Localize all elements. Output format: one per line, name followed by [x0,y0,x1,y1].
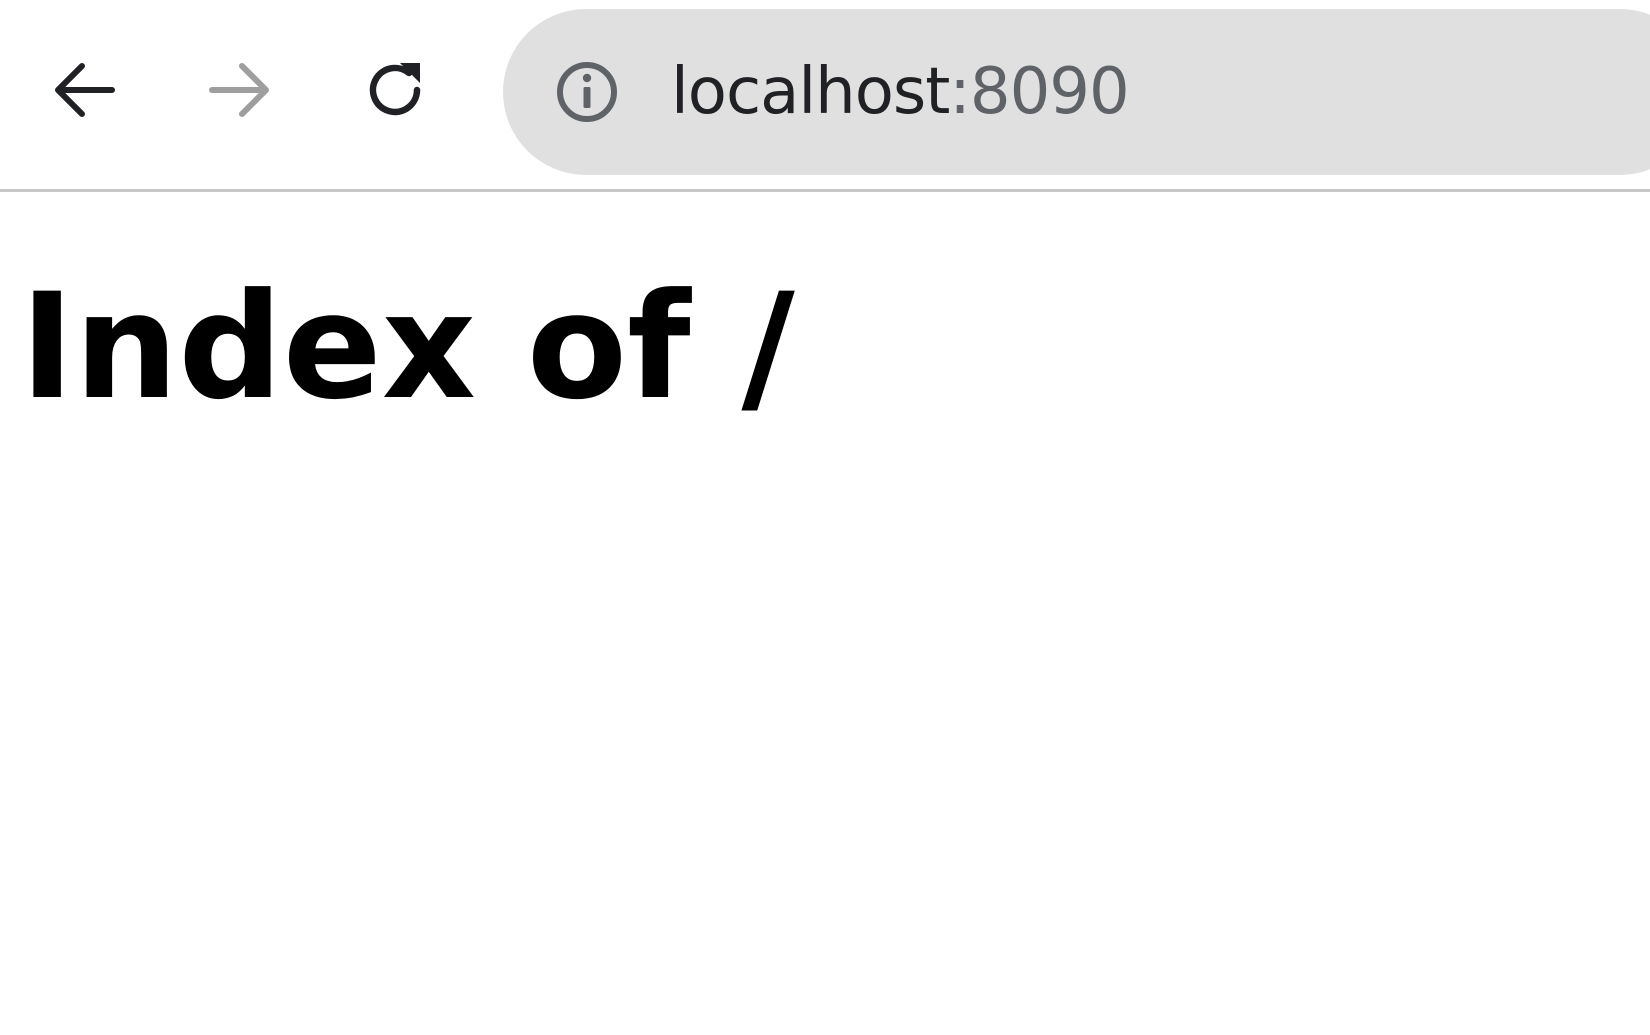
address-port: :8090 [949,55,1129,129]
info-circle-icon[interactable] [555,60,619,124]
page-content: Index of / [20,262,1650,432]
address-bar[interactable]: localhost:8090 [503,9,1650,175]
address-host: localhost [671,55,950,129]
browser-toolbar: localhost:8090 [0,0,1650,192]
reload-button[interactable] [345,40,445,140]
arrow-right-icon [209,63,269,117]
address-text[interactable]: localhost:8090 [671,55,1130,129]
back-button[interactable] [34,40,134,140]
forward-button[interactable] [190,40,290,140]
page-title: Index of / [20,262,795,432]
reload-icon [369,63,421,116]
arrow-left-icon [55,63,115,117]
